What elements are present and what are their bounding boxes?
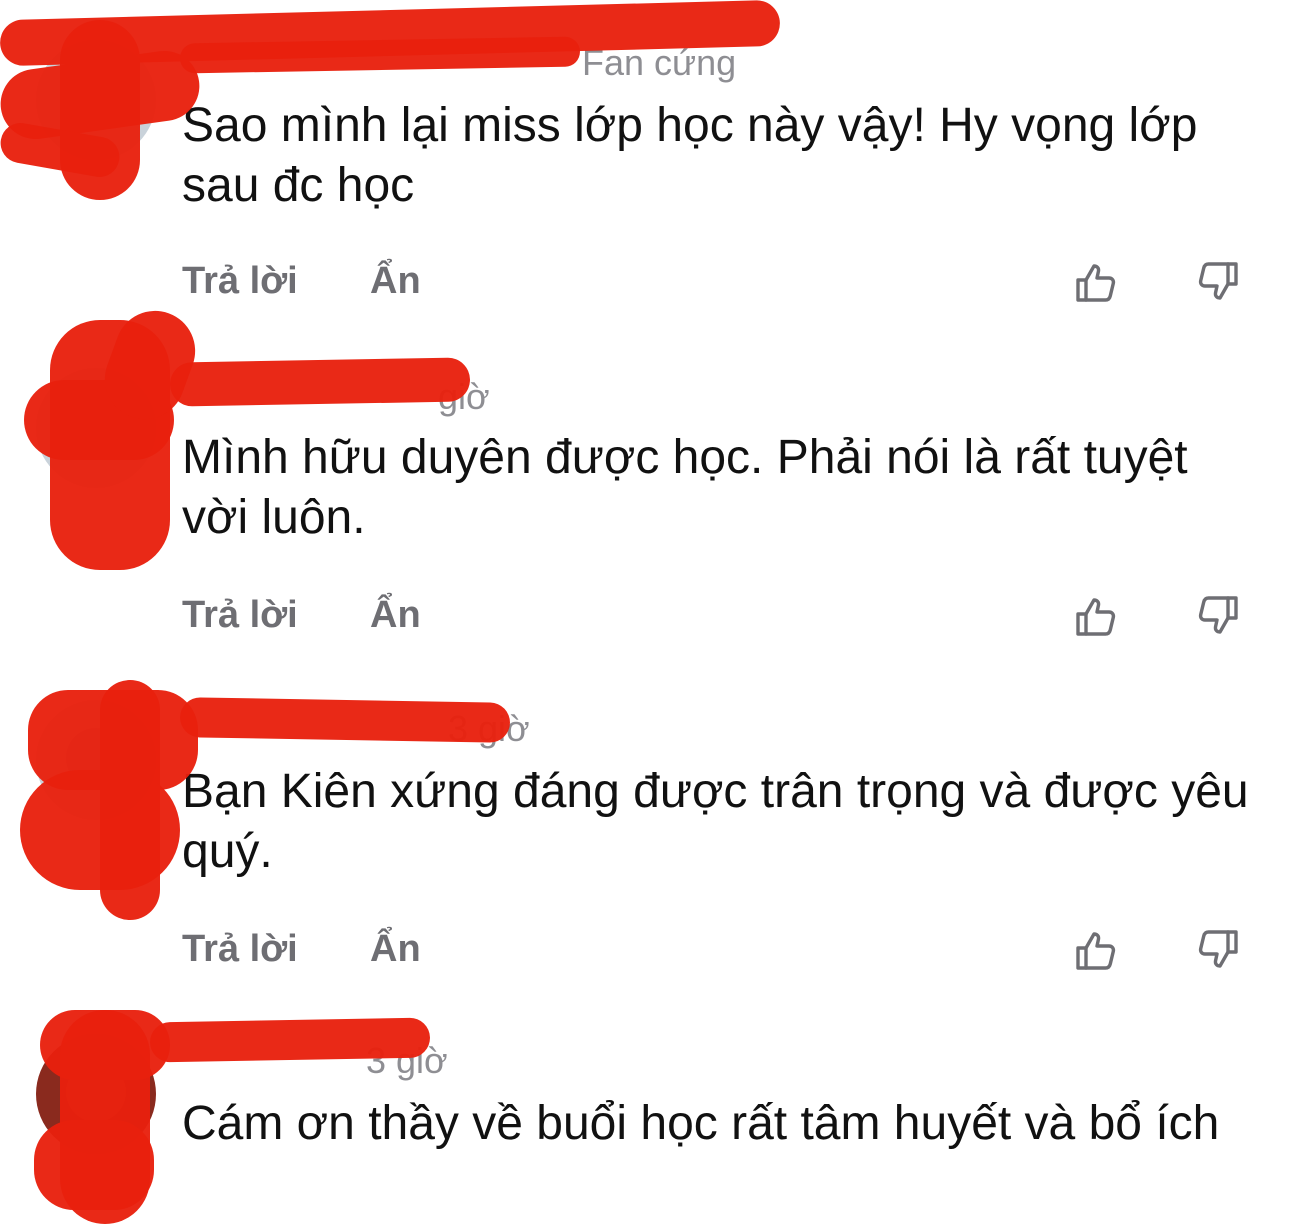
thumbs-down-icon[interactable]	[1194, 926, 1242, 974]
thumbs-up-icon[interactable]	[1072, 258, 1120, 306]
thumbs-up-icon[interactable]	[1072, 926, 1120, 974]
reply-button[interactable]: Trả lời	[182, 256, 298, 306]
comment-text: Mình hữu duyên được học. Phải nói là rất…	[182, 431, 1188, 544]
hide-button[interactable]: Ẩn	[370, 924, 421, 974]
redaction-mark	[169, 357, 471, 407]
comment-actions: Trả lời Ẩn	[182, 590, 1262, 640]
redaction-mark	[179, 697, 511, 743]
hide-button[interactable]: Ẩn	[370, 256, 421, 306]
thumbs-up-icon[interactable]	[1072, 592, 1120, 640]
comment-actions: Trả lời Ẩn	[182, 924, 1262, 974]
comment-actions: Trả lời Ẩn	[182, 256, 1262, 306]
thumbs-down-icon[interactable]	[1194, 258, 1242, 306]
hide-button[interactable]: Ẩn	[370, 590, 421, 640]
redaction-mark	[34, 1120, 154, 1210]
comment-text: Cám ơn thầy về buổi học rất tâm huyết và…	[182, 1097, 1220, 1150]
redaction-mark	[100, 680, 160, 920]
comment-text: Bạn Kiên xứng đáng được trân trọng và đư…	[182, 765, 1249, 878]
comment-text: Sao mình lại miss lớp học này vậy! Hy vọ…	[182, 99, 1198, 212]
redaction-mark	[149, 1017, 431, 1063]
reply-button[interactable]: Trả lời	[182, 924, 298, 974]
reply-button[interactable]: Trả lời	[182, 590, 298, 640]
thumbs-down-icon[interactable]	[1194, 592, 1242, 640]
